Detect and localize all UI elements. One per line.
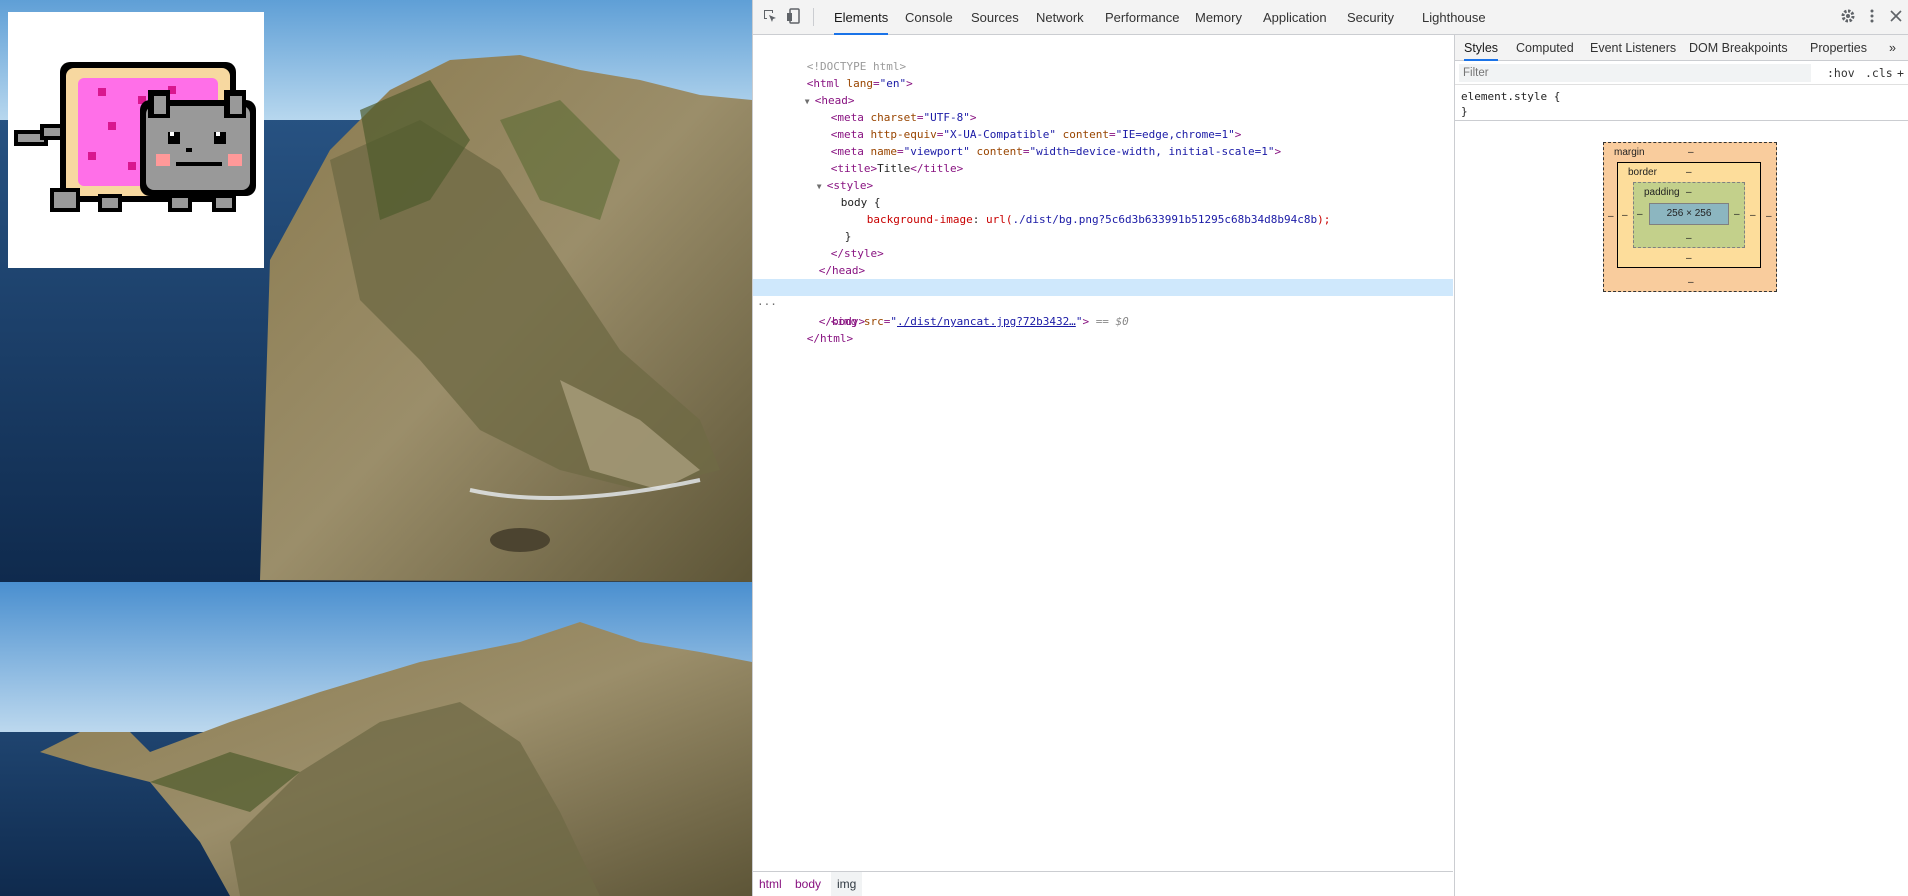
- breadcrumb-img[interactable]: img: [831, 872, 863, 896]
- dom-line-style[interactable]: ▼ <style>: [753, 160, 1453, 192]
- tab-network[interactable]: Network: [1036, 0, 1084, 35]
- dom-line-html-close[interactable]: </html>: [753, 313, 1453, 345]
- dom-line-style-close[interactable]: </style>: [753, 228, 1453, 260]
- dom-line-css-declaration[interactable]: background-image: url(./dist/bg.png?5c6d…: [753, 194, 1453, 226]
- tab-dom-breakpoints[interactable]: DOM Breakpoints: [1689, 35, 1788, 61]
- element-style-open: element.style {: [1461, 90, 1561, 103]
- padding-label: padding: [1644, 187, 1680, 198]
- margin-right-value: –: [1766, 211, 1772, 222]
- dom-line-css-close[interactable]: }: [753, 211, 1453, 243]
- dom-line-meta-charset[interactable]: <meta charset="UTF-8">: [753, 92, 1453, 124]
- border-left-value: –: [1622, 210, 1628, 221]
- device-toolbar-icon[interactable]: [785, 8, 803, 26]
- tab-sources[interactable]: Sources: [971, 0, 1019, 35]
- add-rule-button[interactable]: +: [1897, 64, 1904, 82]
- breadcrumb-body[interactable]: body: [789, 872, 827, 896]
- toolbar-separator: [813, 8, 814, 26]
- devtools-toolbar: Elements Console Sources Network Perform…: [753, 0, 1908, 35]
- tab-event-listeners[interactable]: Event Listeners: [1590, 35, 1676, 61]
- tab-application[interactable]: Application: [1263, 0, 1327, 35]
- margin-label: margin: [1614, 147, 1645, 158]
- dom-line-meta-compat[interactable]: <meta http-equiv="X-UA-Compatible" conte…: [753, 109, 1453, 141]
- dom-line-css-selector[interactable]: body {: [753, 177, 1453, 209]
- styles-filter-input[interactable]: [1459, 64, 1811, 82]
- dom-line-meta-viewport[interactable]: <meta name="viewport" content="width=dev…: [753, 126, 1453, 158]
- page-viewport: [0, 0, 752, 896]
- styles-sidebar: Styles Computed Event Listeners DOM Brea…: [1454, 35, 1908, 896]
- margin-bottom-value: –: [1688, 277, 1694, 288]
- element-style-rule[interactable]: element.style { }: [1455, 85, 1908, 121]
- dom-line-doctype[interactable]: <!DOCTYPE html>: [753, 41, 1453, 73]
- dom-line-title[interactable]: <title>Title</title>: [753, 143, 1453, 175]
- breadcrumb: html body img: [753, 871, 1453, 896]
- border-bottom-value: –: [1686, 253, 1692, 264]
- devtools-panel: Elements Console Sources Network Perform…: [752, 0, 1908, 896]
- margin-left-value: –: [1608, 211, 1614, 222]
- dom-line-head-close[interactable]: </head>: [753, 245, 1453, 277]
- nyancat-image: [8, 12, 264, 268]
- tab-console[interactable]: Console: [905, 0, 953, 35]
- element-style-close: }: [1461, 105, 1468, 118]
- border-right-value: –: [1750, 210, 1756, 221]
- border-top-value: –: [1686, 167, 1692, 178]
- padding-right-value: –: [1734, 209, 1740, 220]
- hov-toggle-button[interactable]: :hov: [1827, 64, 1855, 82]
- background-image-tile-repeat: [0, 582, 752, 896]
- dom-line-head[interactable]: ▼ <head>: [753, 75, 1453, 107]
- dom-line-body[interactable]: ▼<body>: [753, 262, 1453, 294]
- more-tabs-chevron-icon[interactable]: »: [1889, 35, 1896, 61]
- margin-top-value: –: [1688, 147, 1694, 158]
- filter-row: :hov .cls +: [1455, 61, 1908, 85]
- tab-performance[interactable]: Performance: [1105, 0, 1179, 35]
- border-label: border: [1628, 167, 1657, 178]
- settings-icon[interactable]: [1839, 8, 1857, 26]
- more-options-icon[interactable]: [1863, 8, 1881, 26]
- sidebar-tabs: Styles Computed Event Listeners DOM Brea…: [1455, 35, 1908, 61]
- padding-bottom-value: –: [1686, 233, 1692, 244]
- tab-properties[interactable]: Properties: [1810, 35, 1867, 61]
- breadcrumb-html[interactable]: html: [753, 872, 788, 896]
- dom-line-html[interactable]: <html lang="en">: [753, 58, 1453, 90]
- tab-lighthouse[interactable]: Lighthouse: [1422, 0, 1486, 35]
- tab-computed[interactable]: Computed: [1516, 35, 1574, 61]
- padding-left-value: –: [1637, 209, 1643, 220]
- box-model-diagram: margin – – – – border – – – – padding – …: [1603, 142, 1777, 292]
- tab-security[interactable]: Security: [1347, 0, 1394, 35]
- close-icon[interactable]: [1887, 8, 1905, 26]
- box-model-content[interactable]: 256 × 256: [1649, 203, 1729, 225]
- dom-line-img-selected[interactable]: ··· <img src="./dist/nyancat.jpg?72b3432…: [753, 279, 1453, 328]
- tab-styles[interactable]: Styles: [1464, 35, 1499, 61]
- cls-toggle-button[interactable]: .cls: [1865, 64, 1893, 82]
- tab-memory[interactable]: Memory: [1195, 0, 1242, 35]
- padding-top-value: –: [1686, 187, 1692, 198]
- inspect-element-icon[interactable]: [761, 8, 779, 26]
- dom-line-body-close[interactable]: </body>: [753, 296, 1453, 328]
- dom-tree: <!DOCTYPE html> <html lang="en"> ▼ <head>…: [753, 35, 1453, 871]
- tab-elements[interactable]: Elements: [834, 0, 889, 35]
